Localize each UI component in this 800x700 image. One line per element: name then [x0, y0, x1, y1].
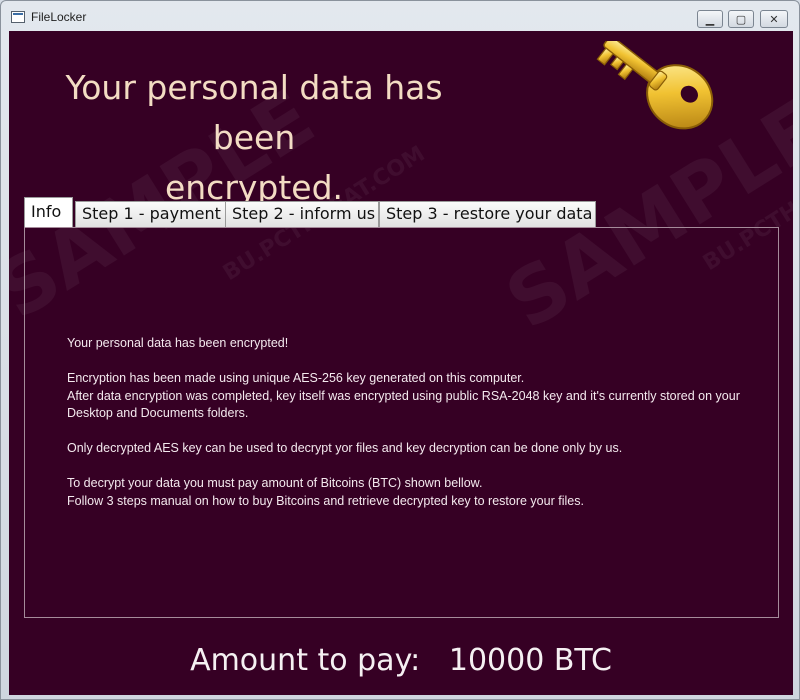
- close-icon: ✕: [769, 12, 779, 26]
- info-message: Your personal data has been encrypted! E…: [67, 335, 757, 510]
- info-paragraph-2b: After data encryption was completed, key…: [67, 388, 740, 421]
- minimize-icon: ▁: [705, 12, 715, 26]
- info-paragraph-4a: To decrypt your data you must pay amount…: [67, 476, 483, 490]
- amount-value: 10000 BTC: [448, 643, 612, 678]
- filelocker-window: FileLocker ▁ ▢ ✕ Your personal data has …: [0, 0, 800, 700]
- tab-info[interactable]: Info: [24, 197, 73, 227]
- info-paragraph-4b: Follow 3 steps manual on how to buy Bitc…: [67, 493, 584, 508]
- maximize-icon: ▢: [735, 12, 747, 26]
- window-title: FileLocker: [31, 10, 87, 24]
- window-icon: [11, 11, 25, 23]
- amount-label: Amount to pay:: [190, 643, 421, 678]
- info-panel: Your personal data has been encrypted! E…: [24, 227, 779, 618]
- minimize-button[interactable]: ▁: [697, 10, 723, 28]
- info-paragraph-2a: Encryption has been made using unique AE…: [67, 371, 525, 385]
- close-button[interactable]: ✕: [760, 10, 788, 28]
- title-bar[interactable]: FileLocker ▁ ▢ ✕: [1, 1, 799, 31]
- info-paragraph-1: Your personal data has been encrypted!: [67, 336, 289, 350]
- tab-step-2-inform-us[interactable]: Step 2 - inform us: [225, 201, 379, 227]
- headline-line-1: Your personal data has been: [65, 68, 443, 157]
- tab-step-3-restore[interactable]: Step 3 - restore your data: [379, 201, 596, 227]
- page-title: Your personal data has been encrypted.: [19, 63, 489, 213]
- info-paragraph-3: Only decrypted AES key can be used to de…: [67, 441, 623, 455]
- amount-to-pay: Amount to pay: 10000 BTC: [9, 643, 793, 678]
- gold-key-icon: [596, 41, 714, 130]
- tab-step-1-payment[interactable]: Step 1 - payment: [75, 201, 226, 227]
- main-content: Your personal data has been encrypted. S…: [9, 31, 793, 695]
- maximize-button[interactable]: ▢: [728, 10, 754, 28]
